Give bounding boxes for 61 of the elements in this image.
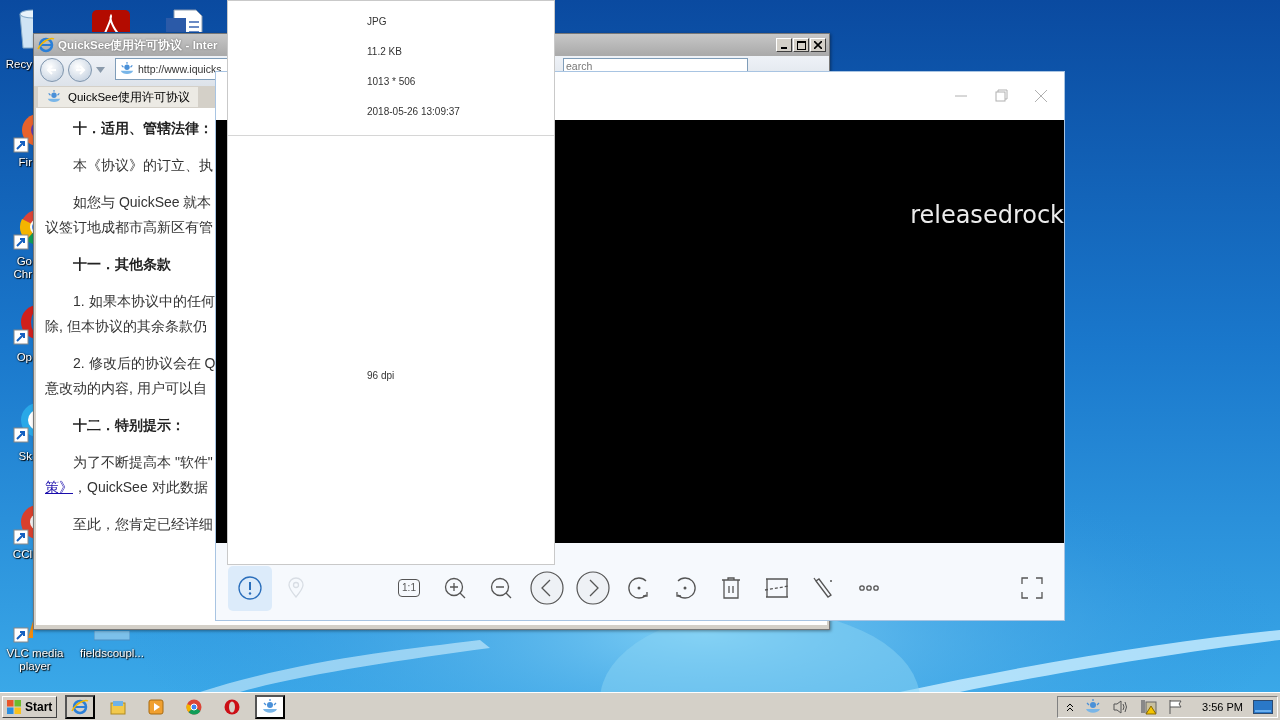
start-button[interactable]: Start <box>2 695 58 718</box>
chevron-icon[interactable] <box>1066 701 1075 712</box>
minimize-button[interactable] <box>776 38 792 52</box>
close-button[interactable] <box>810 38 826 52</box>
taskbar-button[interactable] <box>65 694 96 719</box>
browser-icon <box>37 36 55 54</box>
info-value: 96 dpi <box>367 369 396 383</box>
image-text: releasedrock <box>910 200 1064 230</box>
icon-label: Op <box>15 351 32 364</box>
back-arrow-icon <box>46 64 58 76</box>
maximize-icon <box>796 40 806 50</box>
info-button[interactable] <box>228 565 272 611</box>
close-icon <box>814 41 822 49</box>
forward-button[interactable] <box>68 58 92 82</box>
paragraph-text: 本《协议》的订立、执 <box>72 156 213 175</box>
back-button[interactable] <box>40 58 64 82</box>
show-desktop-icon[interactable] <box>1253 699 1273 714</box>
paragraph-text: 为了不断提高本 "软件" <box>72 453 213 472</box>
browser-icon <box>223 697 242 716</box>
dropdown-icon[interactable] <box>96 67 105 73</box>
icon-label: Fir <box>17 156 32 169</box>
site-icon <box>119 61 135 77</box>
section-heading: 十．适用、管辖法律： <box>72 119 213 138</box>
icon-label: fieldscoupl... <box>79 647 145 660</box>
info-value: JPG <box>367 15 388 29</box>
browser-icon <box>185 697 204 716</box>
icon-label: VLC media player <box>5 647 65 673</box>
paragraph-text: 1. 如果本协议中的任何 <box>72 292 215 311</box>
paragraph-text: 至此，您肯定已经详细 <box>72 515 213 534</box>
clock[interactable]: 3:56 PM <box>1202 700 1243 713</box>
browser-icon <box>71 697 90 716</box>
media-player-icon <box>147 697 166 716</box>
flag-icon[interactable] <box>1168 698 1185 715</box>
paragraph-text: 议签订地成都市高新区有管 <box>45 218 213 237</box>
icon-label: Sk <box>17 450 32 463</box>
paragraph-text: 意改动的内容, 用户可以自 <box>45 379 207 398</box>
address-field[interactable]: http://www.iquicks <box>115 58 227 80</box>
network-icon[interactable] <box>1140 698 1159 715</box>
site-icon <box>46 89 62 105</box>
info-value: 1013 * 506 <box>367 75 417 89</box>
info-value: 11.2 KB <box>367 45 403 59</box>
paragraph-text: 除, 但本协议的其余条款仍 <box>45 317 207 336</box>
icon-label: CCl <box>11 548 32 561</box>
policy-link[interactable]: 策》 <box>45 475 73 500</box>
icon-label: Recy <box>4 58 32 71</box>
paragraph-text: ，QuickSee 对此数据 <box>73 478 208 497</box>
section-heading: 十一．其他条款 <box>72 255 171 274</box>
taskbar-button[interactable] <box>255 694 286 719</box>
windows-logo-icon <box>6 698 22 715</box>
paragraph-text: 如您与 QuickSee 就本 <box>72 193 212 212</box>
forward-arrow-icon <box>74 64 86 76</box>
paragraph-text: 2. 修改后的协议会在 Q <box>72 354 216 373</box>
viewer-app-icon <box>261 697 280 716</box>
actual-size-button[interactable]: 1:1 <box>387 565 431 611</box>
browser-tab[interactable]: QuickSee使用许可协议 <box>38 87 198 107</box>
section-heading: 十二．特别提示： <box>72 416 185 435</box>
icon-label: Go Chr <box>12 255 32 281</box>
search-field[interactable]: earch <box>563 58 748 72</box>
window-title: QuickSee使用许可协议 - Inter <box>58 37 218 53</box>
maximize-button[interactable] <box>793 38 809 52</box>
info-value: 2018-05-26 13:09:37 <box>367 105 461 119</box>
